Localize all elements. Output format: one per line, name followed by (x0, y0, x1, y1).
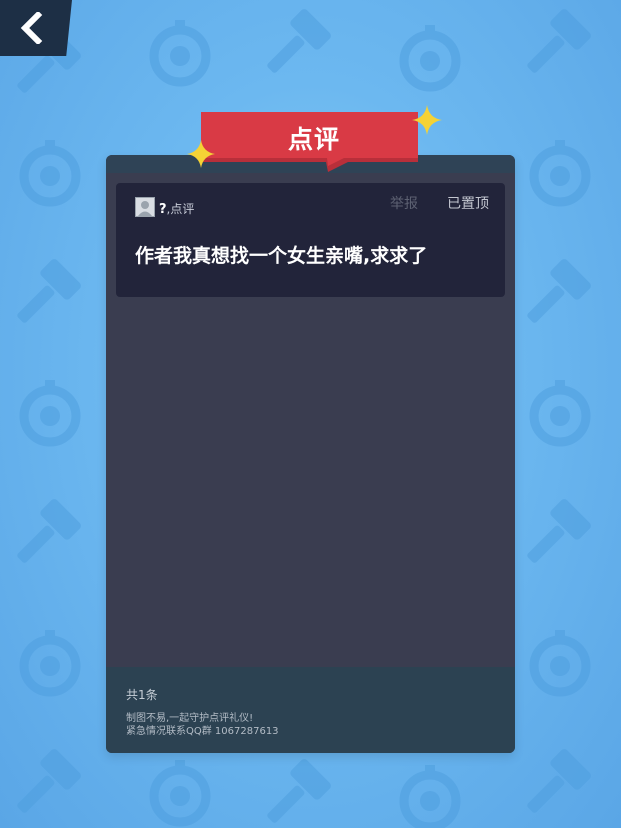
username-mark: ? (159, 202, 167, 217)
comment-count: 共1条 (126, 688, 158, 702)
title-banner: 点评 (186, 104, 442, 178)
user-avatar-icon[interactable] (135, 197, 155, 217)
comment-username: ?,点评 (159, 200, 194, 217)
chevron-left-icon (20, 12, 43, 44)
panel-footer: 共1条 制图不易,一起守护点评礼仪! 紧急情况联系QQ群 1067287613 (106, 667, 515, 753)
username-suffix: ,点评 (166, 202, 195, 216)
comment-card: ?,点评 举报 已置顶 作者我真想找一个女生亲嘴,求求了 (116, 183, 505, 297)
back-button[interactable] (0, 0, 72, 56)
footer-notice-2: 紧急情况联系QQ群 1067287613 (126, 726, 279, 737)
comment-text: 作者我真想找一个女生亲嘴,求求了 (135, 245, 428, 267)
pinned-badge: 已置顶 (447, 196, 489, 212)
report-button[interactable]: 举报 (390, 193, 418, 213)
banner-title: 点评 (287, 125, 340, 154)
comments-panel: ?,点评 举报 已置顶 作者我真想找一个女生亲嘴,求求了 共1条 制图不易,一起… (106, 155, 515, 753)
